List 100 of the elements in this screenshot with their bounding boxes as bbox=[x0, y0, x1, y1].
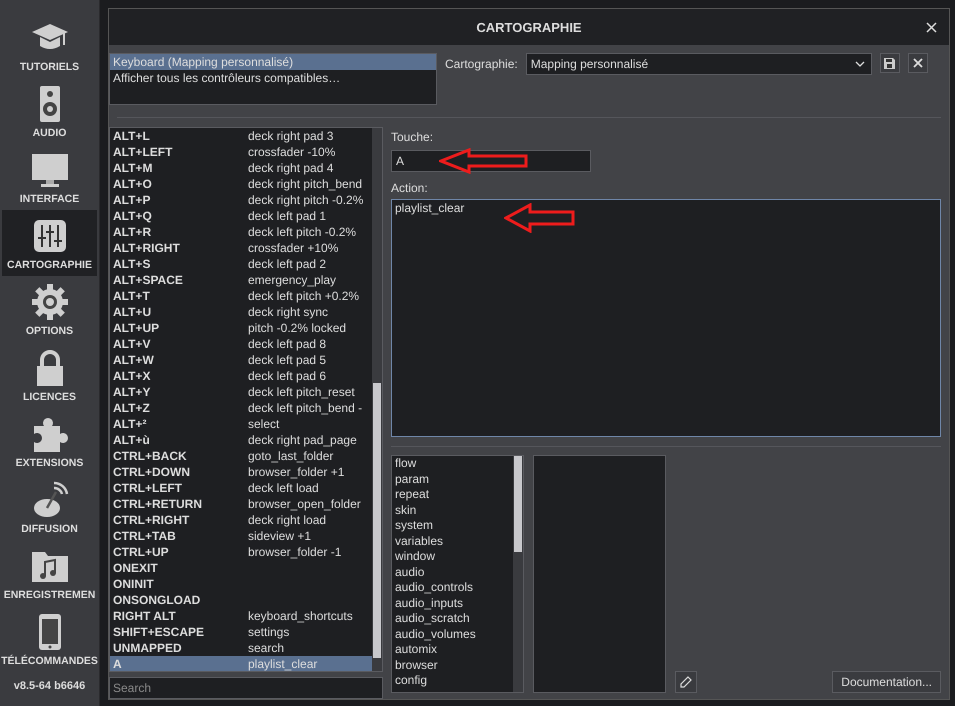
key-action: sideview +1 bbox=[248, 528, 312, 544]
key-name: ALT+L bbox=[113, 128, 151, 144]
key-name: ALT+U bbox=[113, 304, 152, 320]
key-name: ALT+SPACE bbox=[113, 272, 184, 288]
key-row[interactable]: A playlist_clear bbox=[110, 656, 372, 672]
key-row[interactable]: ALT+Y deck left pitch_reset bbox=[110, 384, 372, 400]
key-row[interactable]: UNMAPPED search bbox=[110, 640, 372, 656]
key-name: ALT+X bbox=[113, 368, 152, 384]
key-name: CTRL+LEFT bbox=[113, 480, 183, 496]
sidebar-item[interactable]: EXTENSIONS bbox=[2, 408, 97, 474]
key-row[interactable]: ALT+W deck left pad 5 bbox=[110, 352, 372, 368]
key-row[interactable]: ALT+² select bbox=[110, 416, 372, 432]
key-row[interactable]: CTRL+BACK goto_last_folder bbox=[110, 448, 372, 464]
scrollbar[interactable] bbox=[372, 128, 382, 672]
category-item[interactable]: param bbox=[395, 472, 513, 487]
key-action: browser_folder +1 bbox=[248, 464, 344, 480]
version-label: v8.5-64 b6646 bbox=[14, 680, 86, 692]
key-row[interactable]: ALT+S deck left pad 2 bbox=[110, 256, 372, 272]
key-action: settings bbox=[248, 624, 290, 640]
key-name: ALT+Z bbox=[113, 400, 151, 416]
sidebar-item[interactable]: TUTORIELS bbox=[2, 12, 97, 78]
key-name: ALT+Y bbox=[113, 384, 152, 400]
action-field[interactable]: playlist_clear bbox=[391, 199, 941, 437]
key-row[interactable]: ALT+LEFT crossfader -10% bbox=[110, 144, 372, 160]
key-action: pitch -0.2% locked bbox=[248, 320, 346, 336]
key-name: ONEXIT bbox=[113, 560, 159, 576]
key-row[interactable]: ALT+UP pitch -0.2% locked bbox=[110, 320, 372, 336]
save-button[interactable] bbox=[880, 53, 900, 73]
key-row[interactable]: ONINIT bbox=[110, 576, 372, 592]
device-item[interactable]: Afficher tous les contrôleurs compatibles… bbox=[110, 70, 436, 86]
key-name: A bbox=[113, 656, 123, 672]
search-field[interactable]: Search bbox=[109, 677, 383, 699]
key-action: search bbox=[248, 640, 284, 656]
chevron-down-icon bbox=[854, 61, 865, 67]
category-item[interactable]: window bbox=[395, 549, 513, 564]
category-item[interactable]: audio_controls bbox=[395, 580, 513, 596]
key-row[interactable]: CTRL+DOWN browser_folder +1 bbox=[110, 464, 372, 480]
scrollbar-thumb[interactable] bbox=[373, 383, 381, 658]
device-item[interactable]: Keyboard (Mapping personnalisé) bbox=[110, 54, 436, 70]
key-row[interactable]: ALT+V deck left pad 8 bbox=[110, 336, 372, 352]
sidebar-item[interactable]: LICENCES bbox=[2, 342, 97, 408]
category-item[interactable]: repeat bbox=[395, 487, 513, 502]
sidebar-item[interactable]: AUDIO bbox=[2, 78, 97, 144]
category-item[interactable]: browser bbox=[395, 658, 513, 673]
key-action: deck left pitch -0.2% bbox=[248, 224, 356, 240]
key-row[interactable]: ALT+SPACE emergency_play bbox=[110, 272, 372, 288]
key-row[interactable]: CTRL+RETURN browser_open_folder bbox=[110, 496, 372, 512]
category-item[interactable]: system bbox=[395, 518, 513, 534]
key-name: CTRL+UP bbox=[113, 544, 170, 560]
key-action: playlist_clear bbox=[248, 656, 318, 672]
delete-button[interactable] bbox=[908, 53, 928, 73]
key-row[interactable]: ALT+X deck left pad 6 bbox=[110, 368, 372, 384]
category-item[interactable]: audio bbox=[395, 564, 513, 580]
key-row[interactable]: ALT+P deck right pitch -0.2% bbox=[110, 192, 372, 208]
sidebar-item[interactable]: ENREGISTREMEN bbox=[2, 540, 97, 606]
category-item[interactable]: flow bbox=[395, 456, 513, 472]
key-action: browser_folder -1 bbox=[248, 544, 342, 560]
key-row[interactable]: ALT+L deck right pad 3 bbox=[110, 128, 372, 144]
key-row[interactable]: ALT+T deck left pitch +0.2% bbox=[110, 288, 372, 304]
category-item[interactable]: audio_inputs bbox=[395, 596, 513, 611]
scrollbar[interactable] bbox=[513, 456, 523, 692]
sidebar-item[interactable]: INTERFACE bbox=[2, 144, 97, 210]
category-item[interactable]: skin bbox=[395, 502, 513, 518]
key-name: CTRL+DOWN bbox=[113, 464, 191, 480]
key-name: SHIFT+ESCAPE bbox=[113, 624, 206, 640]
key-row[interactable]: ALT+R deck left pitch -0.2% bbox=[110, 224, 372, 240]
scrollbar-thumb[interactable] bbox=[514, 456, 522, 552]
documentation-button[interactable]: Documentation... bbox=[832, 671, 941, 693]
key-row[interactable]: ALT+Z deck left pitch_bend - bbox=[110, 400, 372, 416]
key-row[interactable]: ONEXIT bbox=[110, 560, 372, 576]
category-item[interactable]: audio_volumes bbox=[395, 626, 513, 642]
sidebar-item[interactable]: DIFFUSION bbox=[2, 474, 97, 540]
key-row[interactable]: RIGHT ALT keyboard_shortcuts bbox=[110, 608, 372, 624]
sidebar-item[interactable]: TÉLÉCOMMANDES bbox=[2, 606, 97, 672]
key-row[interactable]: CTRL+UP browser_folder -1 bbox=[110, 544, 372, 560]
key-action: emergency_play bbox=[248, 272, 336, 288]
category-item[interactable]: variables bbox=[395, 534, 513, 549]
key-action: deck left pad 5 bbox=[248, 352, 326, 368]
key-row[interactable]: ALT+RIGHT crossfader +10% bbox=[110, 240, 372, 256]
sidebar-item[interactable]: OPTIONS bbox=[2, 276, 97, 342]
key-row[interactable]: ONSONGLOAD bbox=[110, 592, 372, 608]
mapping-dropdown[interactable]: Mapping personnalisé bbox=[526, 53, 872, 75]
key-row[interactable]: CTRL+LEFT deck left load bbox=[110, 480, 372, 496]
category-item[interactable]: audio_scratch bbox=[395, 611, 513, 626]
key-name: ALT+M bbox=[113, 160, 154, 176]
sidebar-item[interactable]: CARTOGRAPHIE bbox=[2, 210, 97, 276]
eyedropper-button[interactable] bbox=[675, 671, 697, 693]
category-item[interactable]: automix bbox=[395, 642, 513, 658]
key-row[interactable]: CTRL+TAB sideview +1 bbox=[110, 528, 372, 544]
key-row[interactable]: ALT+ù deck right pad_page bbox=[110, 432, 372, 448]
key-row[interactable]: ALT+Q deck left pad 1 bbox=[110, 208, 372, 224]
key-action: deck right pitch -0.2% bbox=[248, 192, 364, 208]
category-item[interactable]: config bbox=[395, 673, 513, 688]
key-name: CTRL+TAB bbox=[113, 528, 177, 544]
key-row[interactable]: ALT+M deck right pad 4 bbox=[110, 160, 372, 176]
key-row[interactable]: ALT+O deck right pitch_bend bbox=[110, 176, 372, 192]
key-row[interactable]: SHIFT+ESCAPE settings bbox=[110, 624, 372, 640]
key-row[interactable]: CTRL+RIGHT deck right load bbox=[110, 512, 372, 528]
key-name: ALT+² bbox=[113, 416, 148, 432]
key-row[interactable]: ALT+U deck right sync bbox=[110, 304, 372, 320]
